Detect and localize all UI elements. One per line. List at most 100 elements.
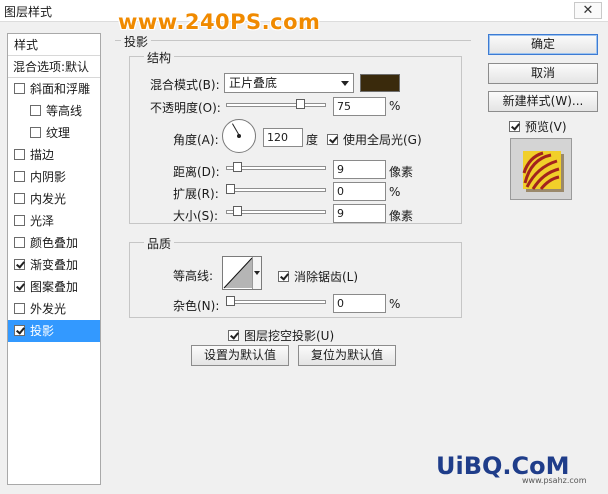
contour-dropdown-icon[interactable] — [252, 257, 261, 289]
drop-shadow-title: 投影 — [121, 33, 152, 50]
style-list-item[interactable]: 描边 — [8, 144, 100, 166]
global-light-label: 使用全局光(G) — [343, 133, 422, 147]
style-list-item[interactable]: 内阴影 — [8, 166, 100, 188]
knockout-checkbox[interactable] — [228, 330, 239, 341]
distance-slider[interactable] — [226, 162, 326, 172]
reset-default-button[interactable]: 复位为默认值 — [298, 345, 396, 366]
angle-field[interactable]: 120 — [263, 128, 303, 147]
style-preview-thumbnail — [510, 138, 572, 200]
style-list-item[interactable]: 纹理 — [8, 122, 100, 144]
close-icon[interactable]: ✕ — [574, 2, 602, 19]
size-slider[interactable] — [226, 206, 326, 216]
noise-field[interactable]: 0 — [333, 294, 386, 313]
style-list-item-label: 斜面和浮雕 — [30, 82, 91, 96]
style-list-item-label: 光泽 — [30, 214, 55, 228]
watermark-top: www.240PS.com — [118, 10, 321, 34]
style-list-item[interactable]: 内发光 — [8, 188, 100, 210]
blend-mode-select[interactable]: 正片叠底 — [224, 73, 354, 93]
style-list-item-label: 颜色叠加 — [30, 236, 79, 250]
style-list-item-label: 描边 — [30, 148, 55, 162]
style-list-item-label: 投影 — [30, 324, 55, 338]
preview-checkbox[interactable] — [509, 121, 520, 132]
preview-label: 预览(V) — [525, 120, 567, 134]
spread-slider[interactable] — [226, 184, 326, 194]
angle-unit: 度 — [306, 133, 319, 147]
style-list-item[interactable]: 外发光 — [8, 298, 100, 320]
style-list-item[interactable]: 斜面和浮雕 — [8, 78, 100, 100]
style-list-item[interactable]: 等高线 — [8, 100, 100, 122]
opacity-slider[interactable] — [226, 99, 326, 109]
style-list-item-label: 外发光 — [30, 302, 67, 316]
style-list-item-label: 等高线 — [46, 104, 83, 118]
knockout-option[interactable]: 图层挖空投影(U) — [228, 327, 334, 344]
structure-title: 结构 — [144, 49, 175, 66]
style-list-item[interactable]: 投影 — [8, 320, 100, 342]
chevron-down-icon — [341, 81, 349, 86]
spread-field[interactable]: 0 — [333, 182, 386, 201]
watermark-bottom-sub: www.psahz.com — [522, 476, 587, 485]
style-checkbox[interactable] — [14, 215, 25, 226]
noise-slider[interactable] — [226, 296, 326, 306]
spread-unit: % — [389, 185, 401, 199]
style-checkbox[interactable] — [30, 127, 41, 138]
cancel-button[interactable]: 取消 — [488, 63, 598, 84]
blend-options-item[interactable]: 混合选项:默认 — [8, 56, 100, 78]
opacity-field[interactable]: 75 — [333, 97, 386, 116]
blend-mode-label: 混合模式(B): — [150, 78, 220, 92]
contour-preview — [223, 257, 253, 289]
style-checkbox[interactable] — [14, 193, 25, 204]
size-slider-thumb[interactable] — [233, 206, 242, 216]
ok-button[interactable]: 确定 — [488, 34, 598, 55]
style-list-item-label: 内阴影 — [30, 170, 67, 184]
contour-picker[interactable] — [222, 256, 262, 290]
style-list-item-label: 内发光 — [30, 192, 67, 206]
quality-title: 品质 — [144, 235, 175, 252]
style-list: 样式 混合选项:默认 斜面和浮雕等高线纹理描边内阴影内发光光泽颜色叠加渐变叠加图… — [7, 33, 101, 485]
angle-dial[interactable] — [222, 119, 256, 153]
knockout-label: 图层挖空投影(U) — [244, 329, 335, 343]
noise-slider-thumb[interactable] — [226, 296, 235, 306]
spread-slider-thumb[interactable] — [226, 184, 235, 194]
spread-label: 扩展(R): — [173, 187, 219, 201]
anti-alias-option[interactable]: 消除锯齿(L) — [278, 268, 358, 285]
distance-unit: 像素 — [389, 165, 414, 179]
style-checkbox[interactable] — [14, 171, 25, 182]
style-list-item[interactable]: 渐变叠加 — [8, 254, 100, 276]
style-list-item[interactable]: 颜色叠加 — [8, 232, 100, 254]
noise-label: 杂色(N): — [173, 299, 220, 313]
anti-alias-checkbox[interactable] — [278, 271, 289, 282]
size-label: 大小(S): — [173, 209, 219, 223]
angle-center — [237, 134, 241, 138]
style-list-item[interactable]: 图案叠加 — [8, 276, 100, 298]
preview-option[interactable]: 预览(V) — [509, 118, 567, 135]
opacity-slider-thumb[interactable] — [296, 99, 305, 109]
style-checkbox[interactable] — [14, 237, 25, 248]
style-list-item[interactable]: 光泽 — [8, 210, 100, 232]
contour-label: 等高线: — [173, 269, 214, 283]
noise-unit: % — [389, 297, 401, 311]
distance-field[interactable]: 9 — [333, 160, 386, 179]
size-field[interactable]: 9 — [333, 204, 386, 223]
size-unit: 像素 — [389, 209, 414, 223]
style-list-header[interactable]: 样式 — [8, 34, 100, 56]
distance-label: 距离(D): — [173, 165, 220, 179]
style-checkbox[interactable] — [30, 105, 41, 116]
shadow-color-swatch[interactable] — [360, 74, 400, 92]
style-checkbox[interactable] — [14, 325, 25, 336]
opacity-unit: % — [389, 99, 401, 113]
distance-slider-thumb[interactable] — [233, 162, 242, 172]
global-light-option[interactable]: 使用全局光(G) — [327, 131, 422, 148]
angle-label: 角度(A): — [173, 133, 219, 147]
style-checkbox[interactable] — [14, 259, 25, 270]
style-list-item-label: 纹理 — [46, 126, 71, 140]
global-light-checkbox[interactable] — [327, 134, 338, 145]
new-style-button[interactable]: 新建样式(W)... — [488, 91, 598, 112]
opacity-label: 不透明度(O): — [150, 101, 221, 115]
set-default-button[interactable]: 设置为默认值 — [191, 345, 289, 366]
style-checkbox[interactable] — [14, 303, 25, 314]
style-checkbox[interactable] — [14, 281, 25, 292]
style-checkbox[interactable] — [14, 149, 25, 160]
anti-alias-label: 消除锯齿(L) — [294, 270, 359, 284]
style-checkbox[interactable] — [14, 83, 25, 94]
preview-swirl-image — [511, 139, 571, 199]
